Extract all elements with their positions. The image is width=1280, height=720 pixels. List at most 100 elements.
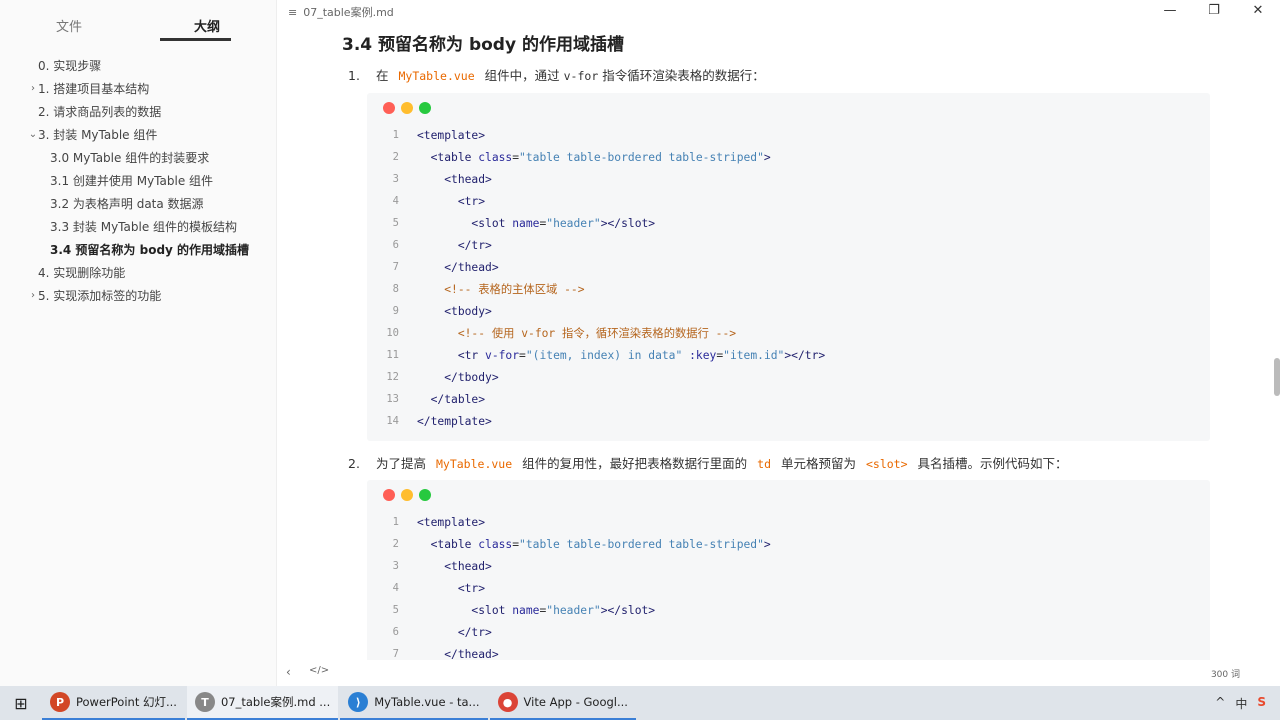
- text: 组件的复用性，最好把表格数据行里面的: [522, 456, 748, 471]
- outline-item-label: 3.2 为表格声明 data 数据源: [50, 197, 204, 211]
- outline-item[interactable]: 3.3 封装 MyTable 组件的模板结构: [0, 215, 276, 238]
- app-icon: T: [194, 692, 215, 712]
- code-line: 12 </tbody>: [367, 366, 1210, 388]
- line-number: 10: [386, 327, 399, 339]
- outline-item-label: 5. 实现添加标签的功能: [38, 289, 162, 303]
- code-token-attr: name: [512, 216, 540, 230]
- editor: ≡ 07_table案例.md — ❐ ✕ 3.4 预留名称为 body 的作用域…: [278, 0, 1280, 686]
- list-item-1: 1. 在 MyTable.vue 组件中，通过 v-for 指令循环渲染表格的数…: [348, 65, 765, 84]
- code-block-1: 1 <template> 2 <table class = "table table-b…: [367, 93, 1210, 441]
- code-token-tag: <tr: [457, 348, 486, 362]
- list-item-2: 2. 为了提高 MyTable.vue 组件的复用性，最好把表格数据行里面的 t…: [348, 453, 1068, 472]
- inline-code: <slot>: [865, 457, 908, 471]
- line-number: 3: [392, 560, 399, 572]
- outline-item[interactable]: ⌄ 3. 封装 MyTable 组件: [0, 123, 276, 146]
- outline-item[interactable]: › 5. 实现添加标签的功能: [0, 284, 276, 307]
- windows-start-icon[interactable]: ⊞: [0, 694, 42, 713]
- ime-icon[interactable]: 中: [1235, 695, 1247, 712]
- outline-item-label: 3. 封装 MyTable 组件: [38, 128, 158, 142]
- outline-item[interactable]: 3.1 创建并使用 MyTable 组件: [0, 169, 276, 192]
- tab-outline[interactable]: 大纲: [138, 16, 276, 44]
- code-line: 2 <table class = "table table-bordered tab…: [367, 146, 1210, 168]
- code-token-tag: </thead>: [444, 260, 499, 274]
- code-token-tag: </tr>: [457, 625, 492, 639]
- chevron-icon[interactable]: ›: [28, 83, 38, 94]
- code-token-tag: <slot: [471, 216, 513, 230]
- outline-item[interactable]: › 1. 搭建项目基本结构: [0, 77, 276, 100]
- line-number: 2: [392, 538, 399, 550]
- text: 组件中，通过: [484, 68, 564, 83]
- code-token-tag: </template>: [417, 414, 492, 428]
- taskbar-item[interactable]: ● Vite App - Googl...: [489, 686, 636, 720]
- red-dot-icon: [383, 489, 395, 501]
- close-button[interactable]: ✕: [1236, 0, 1280, 22]
- code-line: 4 <tr>: [367, 577, 1210, 599]
- code-token-txt: =: [519, 348, 526, 362]
- code-token-tag: <template>: [417, 515, 486, 529]
- inline-code: MyTable.vue: [435, 457, 513, 471]
- code-token-str: "header": [546, 216, 601, 230]
- code-token-tag: ></slot>: [600, 216, 656, 230]
- code-token-tag: </thead>: [444, 647, 499, 661]
- code-token-tag: <tr>: [457, 581, 486, 595]
- taskbar-item[interactable]: T 07_table案例.md ...: [186, 686, 339, 720]
- minimize-button[interactable]: —: [1148, 0, 1192, 22]
- tray-expand-icon[interactable]: ^: [1215, 695, 1225, 712]
- line-number: 14: [386, 415, 399, 427]
- green-dot-icon: [419, 102, 431, 114]
- line-number: 1: [392, 516, 399, 528]
- code-token-tag: ></tr>: [784, 348, 826, 362]
- list-number: 2.: [348, 456, 360, 471]
- code-token-txt: =: [539, 216, 547, 230]
- line-number: 7: [392, 648, 399, 660]
- outline-item[interactable]: 3.2 为表格声明 data 数据源: [0, 192, 276, 215]
- green-dot-icon: [419, 489, 431, 501]
- code-line: 6 </tr>: [367, 621, 1210, 643]
- section-heading: 3.4 预留名称为 body 的作用域插槽: [342, 35, 624, 55]
- back-icon[interactable]: ‹: [286, 665, 291, 679]
- code-line: 2 <table class = "table table-bordered tab…: [367, 533, 1210, 555]
- code-line: 1 <template>: [367, 511, 1210, 533]
- file-title: 07_table案例.md: [303, 6, 394, 19]
- outline-item[interactable]: 3.0 MyTable 组件的封装要求: [0, 146, 276, 169]
- scrollbar[interactable]: [1274, 358, 1280, 396]
- source-mode-icon[interactable]: </>: [309, 665, 329, 676]
- outline-item[interactable]: 3.4 预留名称为 body 的作用域插槽: [0, 238, 276, 261]
- tab-files[interactable]: 文件: [0, 16, 138, 44]
- code-token-tag: >: [763, 150, 771, 164]
- line-number: 4: [392, 195, 399, 207]
- code-token-tag: <slot: [471, 603, 513, 617]
- text: 指令循环渲染表格的数据行：: [598, 68, 765, 83]
- maximize-button[interactable]: ❐: [1192, 0, 1236, 22]
- taskbar-label: MyTable.vue - ta...: [374, 695, 480, 709]
- chevron-icon[interactable]: ⌄: [28, 129, 38, 140]
- line-number: 2: [392, 151, 399, 163]
- code-line: 3 <thead>: [367, 555, 1210, 577]
- outline-item[interactable]: 2. 请求商品列表的数据: [0, 100, 276, 123]
- chevron-icon[interactable]: ›: [28, 290, 38, 301]
- inline-code: v-for: [563, 69, 599, 83]
- code-line: 5 <slot name = "header" ></slot>: [367, 212, 1210, 234]
- menu-icon[interactable]: ≡: [288, 6, 297, 19]
- outline-item-label: 0. 实现步骤: [38, 59, 102, 73]
- taskbar-item[interactable]: P PowerPoint 幻灯...: [42, 686, 185, 720]
- line-number: 8: [392, 283, 399, 295]
- sogou-icon[interactable]: S: [1257, 695, 1266, 712]
- outline-item-label: 4. 实现删除功能: [38, 266, 126, 280]
- outline-item-label: 3.4 预留名称为 body 的作用域插槽: [50, 243, 250, 257]
- line-number: 3: [392, 173, 399, 185]
- outline-item[interactable]: 0. 实现步骤: [0, 54, 276, 77]
- code-line: 7 </thead>: [367, 256, 1210, 278]
- code-token-tag: <thead>: [444, 559, 492, 573]
- outline-item[interactable]: 4. 实现删除功能: [0, 261, 276, 284]
- outline-item-label: 1. 搭建项目基本结构: [38, 82, 150, 96]
- taskbar-item[interactable]: ⟩ MyTable.vue - ta...: [340, 686, 488, 720]
- word-count[interactable]: 300 词: [1211, 667, 1240, 680]
- code-token-tag: <tbody>: [444, 304, 492, 318]
